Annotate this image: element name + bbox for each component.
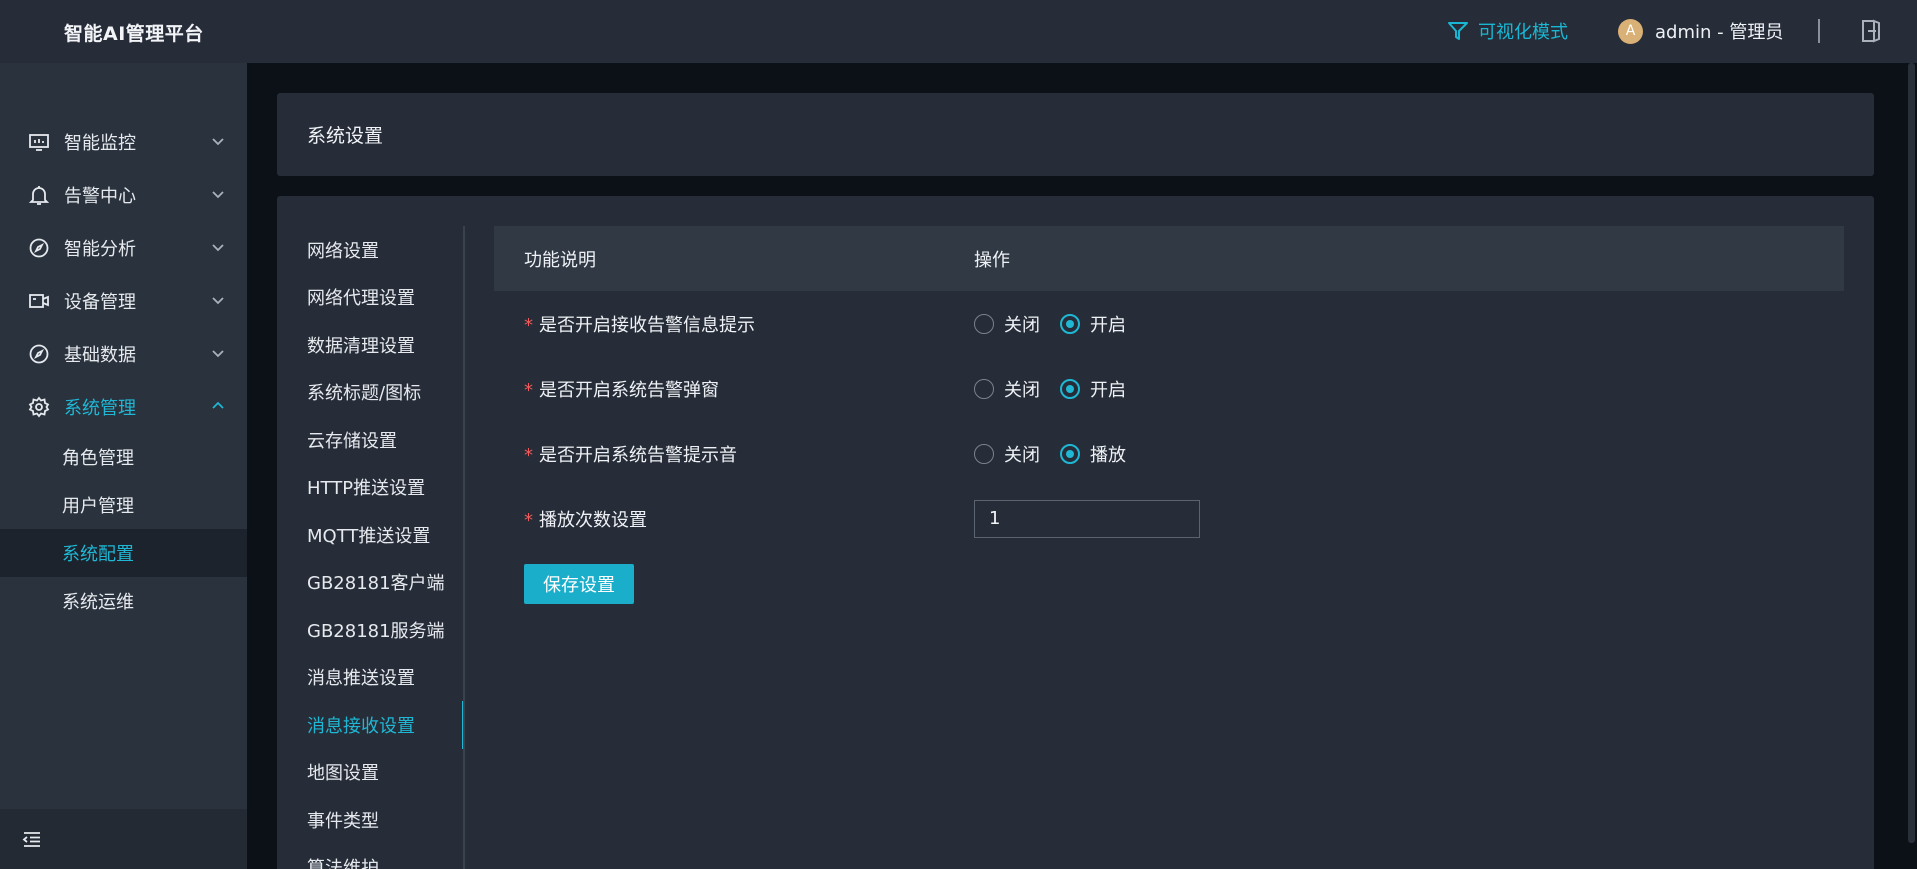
gear-icon — [28, 396, 50, 418]
table-row: * 是否开启系统告警提示音 关闭 播放 — [494, 421, 1844, 486]
page-title: 系统设置 — [307, 125, 384, 147]
table-header: 功能说明 操作 — [494, 226, 1844, 291]
sidebar-item-devices[interactable]: 设备管理 — [0, 274, 247, 327]
settings-nav-item[interactable]: 消息接收设置 — [277, 701, 465, 749]
avatar: A — [1618, 18, 1643, 44]
play-count-wrap — [974, 499, 1200, 538]
chevron-down-icon — [212, 138, 224, 146]
column-header-desc: 功能说明 — [524, 249, 596, 271]
bell-icon — [28, 184, 50, 206]
settings-nav-item[interactable]: 地图设置 — [277, 749, 465, 797]
chevron-down-icon — [212, 244, 224, 252]
settings-nav-item[interactable]: 算法维护 — [277, 844, 465, 869]
sidebar-subitem-system-config[interactable]: 系统配置 — [0, 529, 247, 577]
logout-icon[interactable] — [1860, 18, 1884, 44]
column-header-op: 操作 — [974, 249, 1010, 271]
chevron-down-icon — [212, 350, 224, 358]
radio-group: 关闭 开启 — [974, 311, 1126, 337]
app-title: 智能AI管理平台 — [64, 23, 204, 45]
camera-icon — [28, 290, 50, 312]
settings-nav-item[interactable]: 网络设置 — [277, 226, 465, 274]
sidebar: 智能监控 告警中心 智能分析 设备管理 基础数据 系统管理 角色管理 用户管理 … — [0, 63, 247, 869]
sidebar-item-base-data[interactable]: 基础数据 — [0, 327, 247, 380]
radio-on[interactable]: 开启 — [1060, 311, 1126, 337]
user-menu[interactable]: A admin - 管理员 — [1618, 18, 1783, 44]
settings-nav: 网络设置 网络代理设置 数据清理设置 系统标题/图标 云存储设置 HTTP推送设置 MQTT… — [277, 226, 465, 869]
settings-nav-item[interactable]: HTTP推送设置 — [277, 464, 465, 512]
sidebar-item-label: 智能监控 — [64, 132, 136, 154]
user-label: admin - 管理员 — [1655, 22, 1784, 43]
sidebar-item-label: 设备管理 — [64, 291, 136, 313]
sidebar-item-system[interactable]: 系统管理 — [0, 380, 247, 433]
required-mark: * — [524, 314, 533, 336]
compass-icon — [28, 237, 50, 259]
settings-card: 网络设置 网络代理设置 数据清理设置 系统标题/图标 云存储设置 HTTP推送设置 MQTT… — [277, 196, 1874, 869]
sidebar-menu: 智能监控 告警中心 智能分析 设备管理 基础数据 系统管理 角色管理 用户管理 … — [0, 115, 247, 625]
chevron-down-icon — [212, 297, 224, 305]
setting-label: * 是否开启接收告警信息提示 — [524, 314, 755, 336]
required-mark: * — [524, 509, 533, 531]
settings-nav-item[interactable]: 消息推送设置 — [277, 654, 465, 702]
radio-group: 关闭 播放 — [974, 441, 1126, 467]
sidebar-item-label: 系统管理 — [64, 397, 136, 419]
settings-nav-item[interactable]: 网络代理设置 — [277, 274, 465, 322]
table-row: * 是否开启接收告警信息提示 关闭 开启 — [494, 291, 1844, 356]
setting-label: * 是否开启系统告警弹窗 — [524, 379, 719, 401]
visual-mode-link[interactable]: 可视化模式 — [1446, 18, 1568, 44]
monitor-icon — [28, 131, 50, 153]
sidebar-subitem-roles[interactable]: 角色管理 — [0, 433, 247, 481]
chevron-up-icon — [212, 401, 224, 409]
setting-label: * 是否开启系统告警提示音 — [524, 444, 737, 466]
page-scrollbar-thumb[interactable] — [1908, 63, 1915, 843]
sidebar-subitem-maintenance[interactable]: 系统运维 — [0, 577, 247, 625]
top-bar: 智能AI管理平台 可视化模式 A admin - 管理员 — [0, 0, 1917, 63]
settings-nav-item[interactable]: 事件类型 — [277, 796, 465, 844]
save-button[interactable]: 保存设置 — [524, 564, 634, 604]
required-mark: * — [524, 444, 533, 466]
send-icon — [1448, 22, 1468, 40]
sidebar-item-label: 告警中心 — [64, 185, 136, 207]
setting-label: * 播放次数设置 — [524, 509, 647, 531]
radio-off[interactable]: 关闭 — [974, 376, 1040, 402]
table-row: * 播放次数设置 — [494, 486, 1844, 551]
radio-play[interactable]: 播放 — [1060, 441, 1126, 467]
compass-icon — [28, 343, 50, 365]
menu-collapse-icon[interactable] — [22, 829, 42, 849]
settings-table: 功能说明 操作 * 是否开启接收告警信息提示 关闭 开启 * 是否开启系统告警弹窗 … — [494, 226, 1844, 604]
required-mark: * — [524, 379, 533, 401]
page-header: 系统设置 — [277, 93, 1874, 176]
play-count-input[interactable] — [974, 499, 1200, 538]
radio-on[interactable]: 开启 — [1060, 376, 1126, 402]
radio-off[interactable]: 关闭 — [974, 311, 1040, 337]
radio-group: 关闭 开启 — [974, 376, 1126, 402]
chevron-down-icon — [212, 191, 224, 199]
visual-mode-label: 可视化模式 — [1478, 22, 1568, 43]
topbar-divider — [1818, 19, 1820, 43]
settings-nav-item[interactable]: GB28181客户端 — [277, 559, 465, 607]
sidebar-subitem-users[interactable]: 用户管理 — [0, 481, 247, 529]
sidebar-item-label: 智能分析 — [64, 238, 136, 260]
sidebar-item-label: 基础数据 — [64, 344, 136, 366]
sidebar-item-analysis[interactable]: 智能分析 — [0, 221, 247, 274]
sidebar-item-alarm[interactable]: 告警中心 — [0, 168, 247, 221]
settings-nav-item[interactable]: MQTT推送设置 — [277, 511, 465, 559]
settings-nav-item[interactable]: 数据清理设置 — [277, 321, 465, 369]
radio-off[interactable]: 关闭 — [974, 441, 1040, 467]
settings-nav-item[interactable]: 系统标题/图标 — [277, 369, 465, 417]
sidebar-collapse-bar — [0, 809, 247, 869]
settings-nav-item[interactable]: GB28181服务端 — [277, 606, 465, 654]
settings-nav-divider — [463, 226, 465, 869]
table-row: * 是否开启系统告警弹窗 关闭 开启 — [494, 356, 1844, 421]
settings-nav-item[interactable]: 云存储设置 — [277, 416, 465, 464]
sidebar-item-monitor[interactable]: 智能监控 — [0, 115, 247, 168]
